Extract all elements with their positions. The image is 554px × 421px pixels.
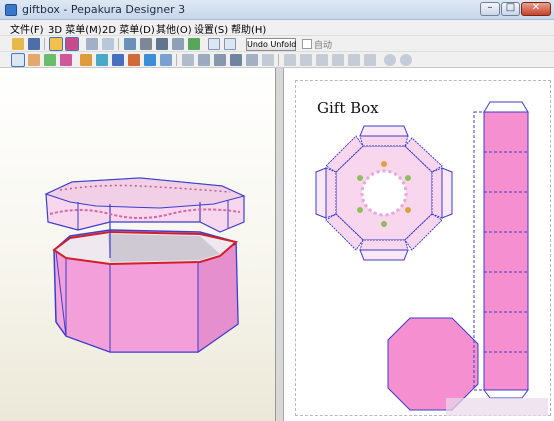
2d-pattern-drawing <box>315 101 548 416</box>
side-strip-pattern <box>483 111 529 391</box>
base-pattern <box>387 317 479 411</box>
